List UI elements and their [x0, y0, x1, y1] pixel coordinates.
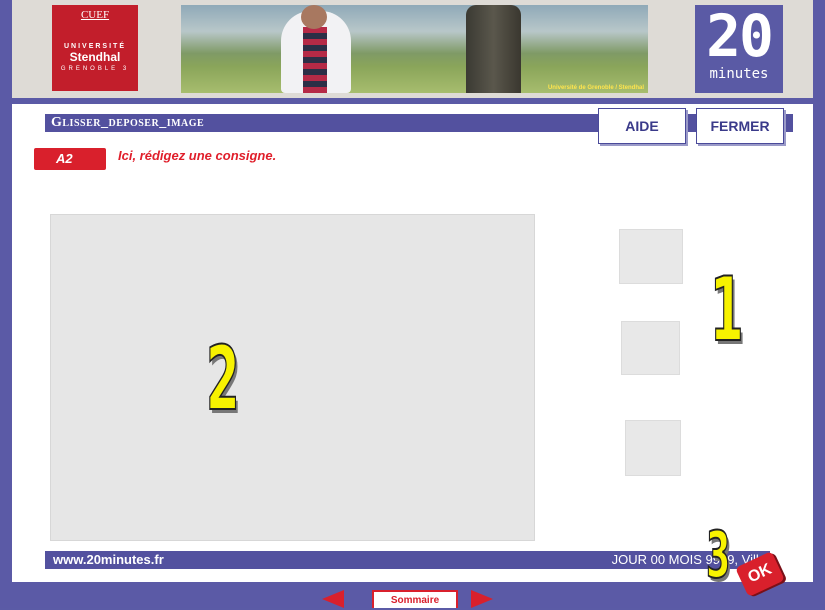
cuef-logo-city: GRENOBLE 3 — [60, 66, 130, 72]
photo-head — [301, 5, 327, 29]
annotation-marker-1: 1 — [709, 258, 744, 361]
footer-url: www.20minutes.fr — [53, 552, 164, 567]
photo-tree — [466, 5, 521, 93]
footer-bar: www.20minutes.fr JOUR 00 MOIS 9999, Vill… — [45, 551, 770, 569]
cuef-stendhal-logo: CUEF UNIVERSITÉ Stendhal GRENOBLE 3 — [52, 5, 138, 91]
close-button[interactable]: FERMER — [696, 108, 784, 144]
photo-credit: Université de Grenoble / Stendhal — [547, 85, 644, 91]
logo-number: 20 — [706, 2, 774, 70]
cuef-logo-university: UNIVERSITÉ — [63, 43, 126, 50]
exercise-badge: A2 — [34, 148, 106, 170]
sommaire-button[interactable]: Sommaire — [372, 590, 458, 608]
page-title: Glisser_deposer_image — [51, 115, 205, 130]
draggable-image-2[interactable] — [621, 321, 680, 375]
header-photo: Université de Grenoble / Stendhal — [181, 5, 648, 93]
photo-shirt — [303, 27, 327, 93]
previous-arrow-icon[interactable] — [322, 590, 344, 608]
cuef-logo-top: CUEF — [80, 9, 110, 21]
draggable-image-3[interactable] — [625, 420, 681, 476]
instruction-text: Ici, rédigez une consigne. — [118, 148, 277, 163]
cuef-logo-name: Stendhal — [69, 50, 121, 64]
draggable-image-1[interactable] — [619, 229, 683, 284]
next-arrow-icon[interactable] — [471, 590, 493, 608]
drop-zone[interactable] — [50, 214, 535, 541]
annotation-marker-2: 2 — [205, 327, 240, 430]
help-button[interactable]: AIDE — [598, 108, 686, 144]
20minutes-logo: 20 minutes — [695, 5, 783, 93]
annotation-marker-3: 3 — [705, 519, 731, 593]
